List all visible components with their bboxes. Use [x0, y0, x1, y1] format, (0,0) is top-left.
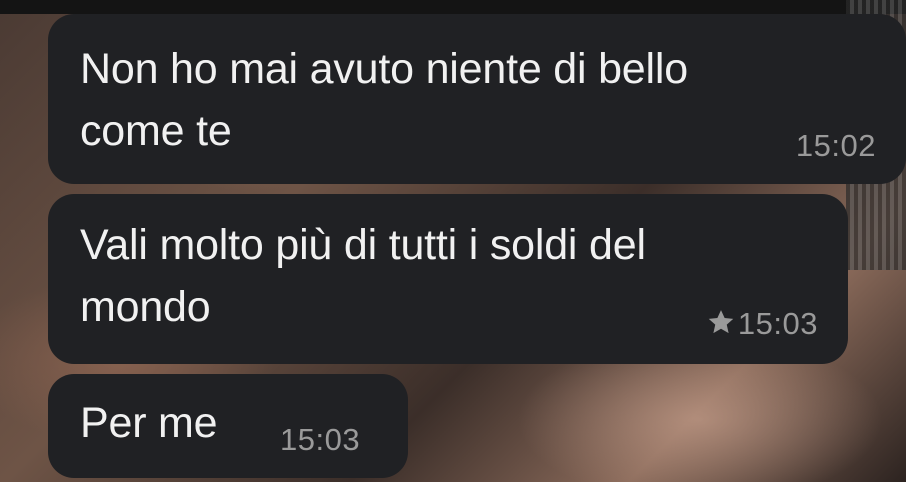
message-text-line: come te	[80, 107, 232, 155]
message-bubble[interactable]: Non ho mai avuto niente di bello come te…	[48, 14, 906, 184]
star-icon	[708, 310, 734, 334]
message-text-line: Vali molto più di tutti i soldi del	[80, 221, 646, 269]
message-bubble[interactable]: Per me 15:03	[48, 374, 408, 478]
message-text-line: Per me	[80, 399, 218, 447]
wallpaper-top-band	[0, 0, 906, 14]
message-meta: 15:03	[706, 306, 818, 342]
message-bubble[interactable]: Vali molto più di tutti i soldi del mond…	[48, 194, 848, 364]
message-timestamp: 15:03	[737, 306, 818, 341]
message-timestamp: 15:03	[280, 422, 361, 457]
message-text-line: Non ho mai avuto niente di bello	[80, 45, 688, 93]
message-timestamp: 15:02	[795, 128, 876, 163]
